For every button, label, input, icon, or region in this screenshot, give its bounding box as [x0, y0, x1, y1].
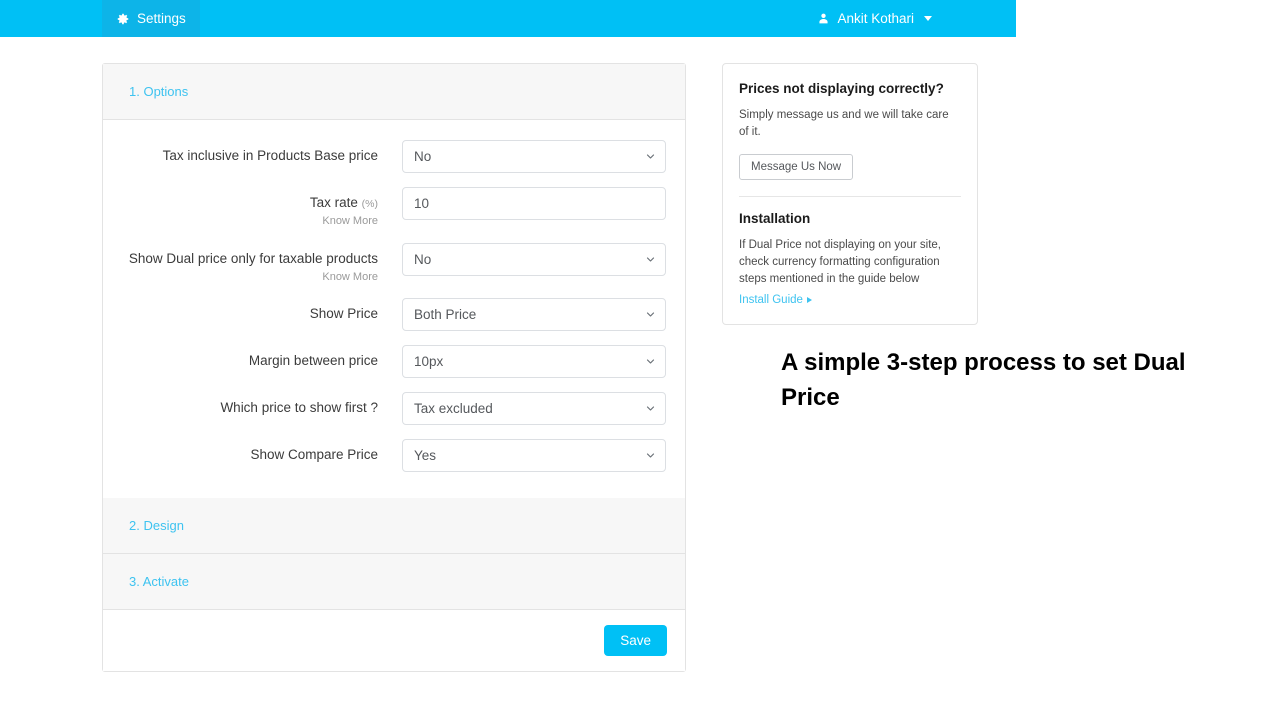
field-wrapper: No	[402, 242, 666, 276]
section-header-design[interactable]: 2. Design	[103, 498, 685, 555]
show-compare-price-select[interactable]: Yes	[402, 439, 666, 473]
form-row: Tax inclusive in Products Base price No	[103, 140, 685, 173]
form-row: Show Compare Price Yes	[103, 439, 685, 473]
field-label: Margin between price	[103, 345, 402, 370]
margin-between-price-select[interactable]: 10px	[402, 345, 666, 379]
field-wrapper: Yes	[402, 439, 666, 473]
support-text: Simply message us and we will take care …	[739, 109, 949, 138]
field-wrapper: Tax excluded	[402, 392, 666, 426]
field-wrapper: Both Price	[402, 298, 666, 332]
field-label: Show Compare Price	[103, 439, 402, 464]
field-label: Show Price	[103, 298, 402, 323]
form-row: Show Price Both Price	[103, 298, 685, 332]
dual-price-taxable-select[interactable]: No	[402, 242, 666, 276]
field-wrapper	[402, 187, 666, 220]
field-label: Show Dual price only for taxable product…	[103, 243, 402, 285]
field-label-text: Tax inclusive in Products Base price	[162, 148, 378, 163]
promo-heading: A simple 3-step process to set Dual Pric…	[781, 349, 1186, 411]
field-label-text: Show Price	[309, 306, 378, 322]
field-label: Tax rate (%) Know More	[103, 187, 402, 229]
show-price-select[interactable]: Both Price	[402, 298, 666, 332]
field-label-text: Show Dual price only for taxable product…	[128, 250, 378, 266]
form-row: Show Dual price only for taxable product…	[103, 242, 685, 285]
gear-icon	[116, 12, 130, 26]
installation-text: If Dual Price not displaying on your sit…	[739, 239, 941, 285]
save-button[interactable]: Save	[604, 625, 667, 657]
nav-tab-label: Settings	[137, 10, 186, 26]
sidebar-help-card: Prices not displaying correctly? Simply …	[722, 63, 978, 326]
support-title: Prices not displaying correctly?	[739, 81, 944, 96]
field-label-unit: (%)	[361, 198, 378, 210]
arrow-right-icon	[806, 297, 812, 304]
user-menu[interactable]: Ankit Kothari	[817, 0, 932, 37]
form-row: Tax rate (%) Know More	[103, 187, 685, 229]
card-footer: Save	[103, 610, 685, 672]
install-guide-label: Install Guide	[739, 294, 803, 307]
section-header-activate[interactable]: 3. Activate	[103, 554, 685, 611]
form-row: Margin between price 10px	[103, 345, 685, 379]
field-wrapper: No	[402, 140, 666, 173]
settings-card: 1. Options Tax inclusive in Products Bas…	[102, 63, 686, 673]
user-name: Ankit Kothari	[837, 11, 914, 26]
person-icon	[817, 12, 830, 25]
top-navigation-bar: Settings Ankit Kothari	[0, 0, 1016, 37]
field-label-text: Tax rate	[309, 195, 358, 210]
section-header-options[interactable]: 1. Options	[103, 64, 685, 120]
field-label: Which price to show first ?	[103, 392, 402, 417]
installation-title: Installation	[739, 211, 811, 227]
price-order-select[interactable]: Tax excluded	[402, 392, 666, 426]
divider	[739, 196, 961, 198]
field-label-text: Margin between price	[248, 353, 378, 369]
page-content: 1. Options Tax inclusive in Products Bas…	[0, 37, 1280, 720]
field-label-text: Show Compare Price	[250, 447, 378, 463]
message-us-button[interactable]: Message Us Now	[739, 154, 854, 181]
field-label: Tax inclusive in Products Base price	[103, 140, 402, 165]
tax-rate-input[interactable]	[402, 187, 666, 220]
nav-tab-settings[interactable]: Settings	[102, 0, 200, 37]
chevron-down-icon	[924, 16, 932, 21]
know-more-link[interactable]: Know More	[103, 271, 378, 285]
install-guide-link[interactable]: Install Guide	[739, 294, 812, 306]
field-label-text: Which price to show first ?	[220, 400, 378, 416]
field-wrapper: 10px	[402, 345, 666, 379]
tax-inclusive-select[interactable]: No	[402, 140, 666, 173]
form-row: Which price to show first ? Tax excluded	[103, 392, 685, 426]
know-more-link[interactable]: Know More	[103, 215, 378, 229]
options-form: Tax inclusive in Products Base price No …	[103, 120, 685, 499]
